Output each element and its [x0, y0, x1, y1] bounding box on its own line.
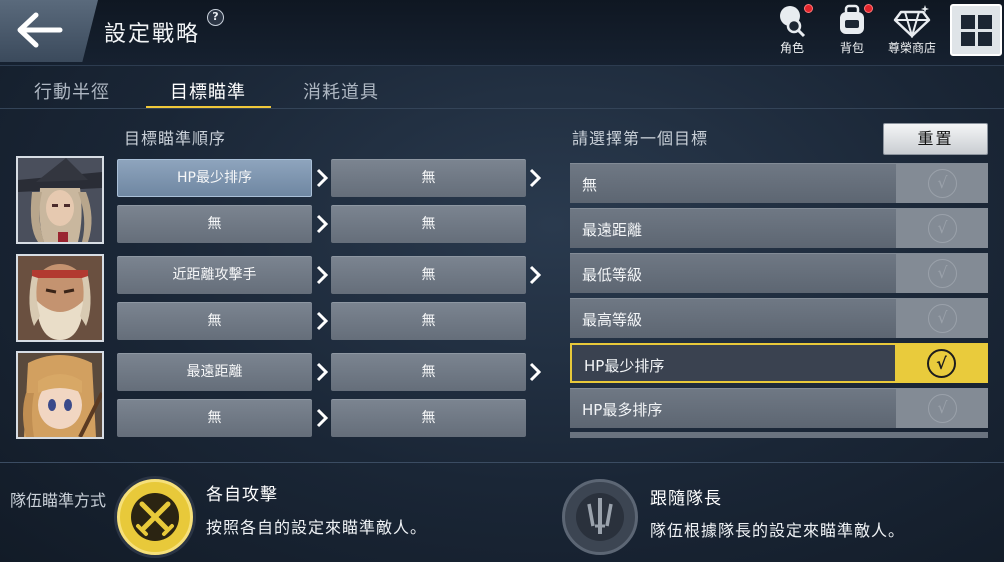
individual-attack-title: 各自攻擊 — [206, 485, 278, 505]
chevron-right-icon — [316, 214, 328, 234]
tabs-divider — [0, 108, 1004, 109]
back-button[interactable] — [0, 0, 98, 62]
team-targeting-label: 隊伍瞄準方式 — [10, 491, 107, 510]
target-option-label: 最高等級 — [582, 311, 643, 329]
priority-slot-2-3[interactable]: 無 — [117, 302, 312, 340]
priority-slot-1-1[interactable]: HP最少排序 — [117, 159, 312, 197]
chevron-right-icon — [529, 362, 541, 382]
trident-icon — [576, 493, 624, 541]
check-icon: √ — [928, 304, 957, 333]
target-option-check-area[interactable]: √ — [896, 209, 988, 248]
section-divider — [0, 462, 1004, 463]
character-portrait-blonde[interactable] — [16, 351, 104, 439]
targeting-order-title: 目標瞄準順序 — [124, 129, 227, 148]
priority-slot-3-1[interactable]: 最遠距離 — [117, 353, 312, 391]
backpack-button[interactable]: 背包 — [824, 4, 880, 62]
blonde-portrait-image — [18, 353, 102, 437]
target-option-check-area[interactable]: √ — [896, 164, 988, 203]
target-option-label: HP最少排序 — [584, 357, 665, 375]
main-menu-button[interactable] — [950, 4, 1002, 56]
priority-slot-1-2[interactable]: 無 — [331, 159, 526, 197]
first-target-title: 請選擇第一個目標 — [572, 129, 709, 148]
target-option-check-area[interactable]: √ — [896, 389, 988, 428]
target-option-highest-hp[interactable]: HP最多排序 √ — [570, 388, 988, 428]
backpack-label: 背包 — [839, 41, 864, 55]
target-option-check-area[interactable]: √ — [895, 344, 987, 383]
notification-dot — [864, 4, 873, 13]
active-tab-indicator — [146, 106, 271, 108]
diamond-shop-button[interactable]: 尊榮商店 — [882, 4, 942, 62]
chevron-right-icon — [316, 265, 328, 285]
diamond-shop-label: 尊榮商店 — [887, 41, 936, 55]
target-option-label: HP最多排序 — [582, 401, 663, 419]
check-icon: √ — [927, 349, 956, 378]
priority-slot-3-3[interactable]: 無 — [117, 399, 312, 437]
check-icon: √ — [928, 214, 957, 243]
follow-leader-desc: 隊伍根據隊長的設定來瞄準敵人。 — [650, 521, 906, 540]
character-button[interactable]: 角色 — [764, 4, 820, 62]
tab-movement-radius[interactable]: 行動半徑 — [34, 78, 110, 104]
priority-slot-3-2[interactable]: 無 — [331, 353, 526, 391]
tab-consumables[interactable]: 消耗道具 — [303, 78, 379, 104]
target-option-highest-level[interactable]: 最高等級 √ — [570, 298, 988, 338]
top-bar: 設定戰略 ? 角色 背包 尊榮商店 — [0, 0, 1004, 66]
check-icon: √ — [928, 259, 957, 288]
target-option-label: 最低等級 — [582, 266, 643, 284]
priority-slot-2-2[interactable]: 無 — [331, 256, 526, 294]
chevron-right-icon — [529, 168, 541, 188]
priority-slot-3-4[interactable]: 無 — [331, 399, 526, 437]
character-portrait-witch[interactable] — [16, 156, 104, 244]
chevron-right-icon — [316, 408, 328, 428]
target-option-lowest-level[interactable]: 最低等級 √ — [570, 253, 988, 293]
target-option-check-area[interactable]: √ — [896, 254, 988, 293]
character-label: 角色 — [779, 41, 804, 55]
back-arrow-icon — [17, 12, 63, 48]
tab-targeting[interactable]: 目標瞄準 — [170, 78, 246, 104]
notification-dot — [804, 4, 813, 13]
witch-portrait-image — [18, 158, 102, 242]
target-option-label: 無 — [582, 176, 598, 194]
character-portrait-elder[interactable] — [16, 254, 104, 342]
priority-slot-2-4[interactable]: 無 — [331, 302, 526, 340]
crossed-swords-icon — [131, 493, 179, 541]
list-scroll-peek — [570, 432, 988, 438]
chevron-right-icon — [316, 168, 328, 188]
chevron-right-icon — [316, 311, 328, 331]
individual-attack-desc: 按照各自的設定來瞄準敵人。 — [206, 518, 428, 537]
diamond-shop-icon — [893, 5, 931, 38]
elder-portrait-image — [18, 256, 102, 340]
priority-slot-1-4[interactable]: 無 — [331, 205, 526, 243]
check-icon: √ — [928, 169, 957, 198]
priority-slot-1-3[interactable]: 無 — [117, 205, 312, 243]
page-title: 設定戰略 — [104, 22, 201, 47]
check-icon: √ — [928, 394, 957, 423]
target-option-label: 最遠距離 — [582, 221, 643, 239]
chevron-right-icon — [529, 265, 541, 285]
follow-leader-button[interactable] — [562, 479, 638, 555]
individual-attack-button[interactable] — [117, 479, 193, 555]
help-icon[interactable]: ? — [207, 9, 224, 26]
target-option-none[interactable]: 無 √ — [570, 163, 988, 203]
target-option-check-area[interactable]: √ — [896, 299, 988, 338]
chevron-right-icon — [316, 362, 328, 382]
follow-leader-title: 跟隨隊長 — [650, 489, 722, 509]
reset-button[interactable]: 重置 — [883, 123, 988, 155]
target-option-farthest[interactable]: 最遠距離 √ — [570, 208, 988, 248]
target-option-lowest-hp[interactable]: HP最少排序 √ — [570, 343, 988, 383]
priority-slot-2-1[interactable]: 近距離攻擊手 — [117, 256, 312, 294]
